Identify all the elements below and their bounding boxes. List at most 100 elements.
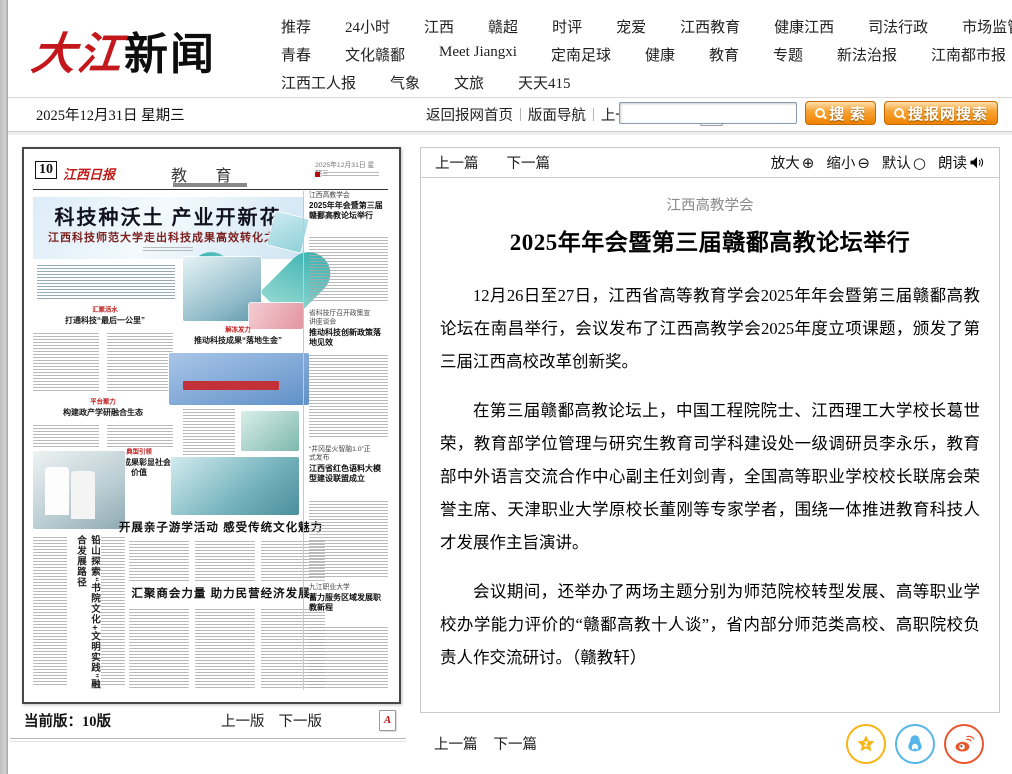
column-head-title: 打通科技“最后一公里” <box>47 316 163 326</box>
column-rule <box>303 191 304 690</box>
text-lines <box>33 537 67 687</box>
nav-link[interactable]: 气象 <box>390 72 420 93</box>
nav-link[interactable]: 天天415 <box>518 72 571 93</box>
nav-link[interactable]: Meet Jiangxi <box>439 44 517 65</box>
next-article-link[interactable]: 下一篇 <box>494 733 538 754</box>
text-lines <box>195 541 255 581</box>
text-lines <box>309 627 388 690</box>
newspaper-page: 10 江西日报 教 育 2025年12月31日 星期三 科技种沃土 产业开新花 … <box>33 157 388 692</box>
search-icon <box>815 108 825 118</box>
mid-banner-headline: 汇聚商会力量 助力民营经济发展 <box>113 585 329 601</box>
nav-link[interactable]: 文旅 <box>454 72 484 93</box>
article-controls: 放大⊕ 缩小⊖ 默认○ 朗读 <box>771 152 985 173</box>
pdf-icon[interactable]: A <box>379 710 396 731</box>
speaker-icon <box>969 156 985 169</box>
logo-text-black: 新闻 <box>124 30 216 79</box>
nav-link[interactable]: 江西 <box>424 16 454 37</box>
prev-article-link[interactable]: 上一篇 <box>434 733 478 754</box>
column-head: 解冻发力 推动科技成果“落地生金” <box>179 325 297 346</box>
sidebar-article: 九江职业大学 蓄力服务区域发展职教新程 <box>309 583 388 613</box>
text-lines <box>101 537 125 687</box>
nav-link[interactable]: 时评 <box>552 16 582 37</box>
next-page-link[interactable]: 下一版 <box>279 710 323 731</box>
nav-link[interactable]: 教育 <box>709 44 739 65</box>
search-button-label: 搜 索 <box>829 103 866 124</box>
search-icon <box>894 108 904 118</box>
read-aloud-button[interactable]: 朗读 <box>938 152 985 173</box>
text-lines <box>129 609 189 689</box>
sidebar-article: 江西高教学会 2025年年会暨第三届赣鄱高教论坛举行 <box>309 191 388 221</box>
text-lines <box>37 265 175 301</box>
nav-link[interactable]: 市场监管 <box>962 16 1012 37</box>
current-page-value: 10版 <box>82 714 111 730</box>
footer-nav-links: 上一篇 下一篇 <box>434 733 537 754</box>
sidebar-title: 2025年年会暨第三届赣鄱高教论坛举行 <box>309 201 388 221</box>
text-lines <box>309 355 388 439</box>
divider <box>10 738 406 739</box>
nav-link[interactable]: 推荐 <box>281 16 311 37</box>
nav-link[interactable]: 青春 <box>281 44 311 65</box>
search-input[interactable] <box>619 102 797 124</box>
current-page-label: 当前版：10版 <box>24 710 111 731</box>
zoom-in-button[interactable]: 放大⊕ <box>771 152 815 173</box>
nav-link[interactable]: 健康江西 <box>774 16 834 37</box>
layout-nav-link[interactable]: 版面导航 <box>528 104 586 125</box>
text-lines <box>129 541 189 581</box>
nav-link[interactable]: 定南足球 <box>551 44 611 65</box>
share-qq-button[interactable] <box>895 724 935 764</box>
logo-text-red: 大江 <box>29 18 128 82</box>
nav-link[interactable]: 健康 <box>645 44 675 65</box>
search-bar: 搜 索 搜报网搜索 <box>619 101 998 125</box>
nav-row-2: 青春 文化赣鄱 Meet Jiangxi 定南足球 健康 教育 专题 新法治报 … <box>281 44 1001 65</box>
site-search-button[interactable]: 搜报网搜索 <box>884 101 998 125</box>
zoom-out-label: 缩小 <box>826 152 855 173</box>
nav-link[interactable]: 24小时 <box>345 16 390 37</box>
share-qzone-button[interactable]: Z <box>846 724 886 764</box>
nav-link[interactable]: 江西教育 <box>680 16 740 37</box>
page-navigation: 当前版：10版 上一版 下一版 A <box>10 705 402 735</box>
newspaper-page-thumbnail[interactable]: 10 江西日报 教 育 2025年12月31日 星期三 科技种沃土 产业开新花 … <box>22 147 401 704</box>
prev-page-link[interactable]: 上一版 <box>221 710 265 731</box>
article-kicker: 江西高教学会 <box>421 194 999 215</box>
nav-link[interactable]: 江西工人报 <box>281 72 356 93</box>
article-body: 12月26日至27日，江西省高等教育学会2025年年会暨第三届赣鄱高教论坛在南昌… <box>421 257 999 674</box>
read-aloud-label: 朗读 <box>938 152 967 173</box>
sidebar-kicker: 九江职业大学 <box>309 583 376 591</box>
column-head: 汇聚活水 打通科技“最后一公里” <box>47 305 163 326</box>
nav-link[interactable]: 专题 <box>773 44 803 65</box>
home-link[interactable]: 返回报网首页 <box>426 104 513 125</box>
nav-link[interactable]: 新法治报 <box>837 44 897 65</box>
search-button[interactable]: 搜 索 <box>805 101 876 125</box>
share-buttons: Z <box>846 724 984 764</box>
photo-group-banner <box>169 353 309 405</box>
issue-toolbar: 2025年12月31日 星期三 返回报网首页| 版面导航| 上一期 下一期 往期… <box>8 97 1012 132</box>
nav-link[interactable]: 赣超 <box>488 16 518 37</box>
article-footer: 上一篇 下一篇 Z <box>420 713 1000 774</box>
text-lines <box>107 333 173 393</box>
nav-link[interactable]: 江南都市报 <box>931 44 1006 65</box>
site-logo[interactable]: 大江新闻 <box>32 18 216 82</box>
page-number-box: 10 <box>35 161 57 179</box>
nav-link[interactable]: 宠爱 <box>616 16 646 37</box>
text-lines <box>309 237 388 303</box>
sidebar-title: 江西省红色语料大模型建设联盟成立 <box>309 464 388 484</box>
share-weibo-button[interactable] <box>944 724 984 764</box>
zoom-out-button[interactable]: 缩小⊖ <box>826 152 870 173</box>
mid-banner-headline: 开展亲子游学活动 感受传统文化魅力 <box>113 519 329 535</box>
vertical-headline: 铅山探索“书院文化+文明实践”融合发展路径 <box>73 535 101 693</box>
article-paragraph: 会议期间，还举办了两场主题分别为师范院校转型发展、高等职业学校办学能力评价的“赣… <box>440 575 980 674</box>
default-size-button[interactable]: 默认○ <box>882 152 926 173</box>
window-edge <box>0 0 8 774</box>
prev-article-link[interactable]: 上一篇 <box>435 152 479 173</box>
text-lines <box>309 501 388 577</box>
column-head-label: 汇聚活水 <box>59 305 152 314</box>
default-size-label: 默认 <box>882 152 911 173</box>
next-article-link[interactable]: 下一篇 <box>507 152 551 173</box>
text-lines <box>107 425 173 447</box>
photo-banner-stripe <box>183 381 279 390</box>
article-toolbar: 上一篇 下一篇 放大⊕ 缩小⊖ 默认○ 朗读 <box>421 148 999 178</box>
nav-link[interactable]: 司法行政 <box>868 16 928 37</box>
current-page-caption: 当前版： <box>24 714 82 730</box>
column-head: 平台聚力 构建政产学研融合生态 <box>33 397 173 418</box>
nav-link[interactable]: 文化赣鄱 <box>345 44 405 65</box>
